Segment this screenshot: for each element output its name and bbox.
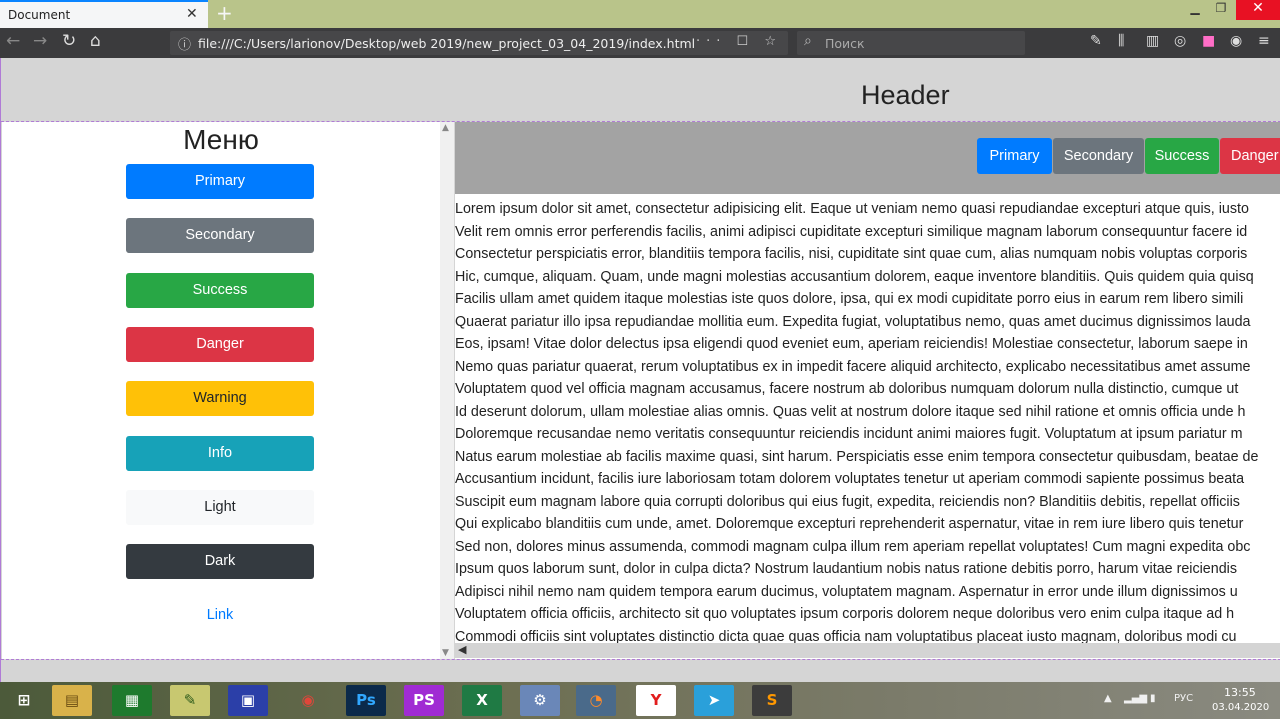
header-title: Header bbox=[861, 80, 950, 110]
search-icon: ⌕ bbox=[804, 33, 812, 49]
sidebar-button-dark[interactable]: Dark bbox=[126, 544, 314, 580]
signal-icon[interactable]: ▂▄▆ bbox=[1124, 693, 1147, 704]
sidebar-title: Меню bbox=[183, 124, 259, 155]
extension-icon[interactable]: ■ bbox=[1202, 33, 1215, 49]
page-viewport: Header Меню Primary Secondary Success Dange… bbox=[0, 58, 1280, 682]
battery-icon[interactable]: ▮ bbox=[1150, 693, 1156, 704]
forward-icon[interactable]: → bbox=[33, 31, 47, 51]
page-header: Header bbox=[1, 58, 1280, 121]
back-icon[interactable]: ← bbox=[6, 31, 20, 51]
button-bar: Primary Secondary Success Danger bbox=[455, 122, 1280, 194]
excel-icon[interactable]: X bbox=[462, 685, 502, 716]
text-line: Adipisci nihil nemo nam quidem tempora e… bbox=[455, 583, 1238, 600]
menu-icon[interactable]: ≡ bbox=[1258, 33, 1270, 49]
home-icon[interactable]: ⌂ bbox=[90, 31, 101, 51]
horizontal-scrollbar[interactable]: ◀ bbox=[455, 643, 1280, 658]
reload-icon[interactable]: ↻ bbox=[62, 31, 76, 51]
sidebar-button-light[interactable]: Light bbox=[126, 489, 314, 525]
taskbar: ⊞ ▤ ▦ ✎ ▣ ◉ Ps PS X ⚙ ◔ Y ➤ S ▲ ▂▄▆ ▮ РУС 13:55 03.04… bbox=[0, 682, 1280, 719]
text-line: Velit rem omnis error perferendis facili… bbox=[455, 223, 1248, 240]
sidebar-button-primary[interactable]: Primary bbox=[126, 164, 314, 199]
lorem-text: Lorem ipsum dolor sit amet, consectetur … bbox=[455, 198, 1280, 648]
scroll-down-icon[interactable]: ▼ bbox=[442, 648, 449, 658]
sidebar-icon[interactable]: ▥ bbox=[1146, 33, 1159, 49]
text-line: Consectetur perspiciatis error, blanditi… bbox=[455, 246, 1248, 262]
tray-expand-icon[interactable]: ▲ bbox=[1104, 693, 1112, 704]
text-line: Qui explicabo blanditiis cum unde, amet.… bbox=[455, 516, 1244, 532]
photoshop-icon[interactable]: Ps bbox=[346, 685, 386, 716]
browser-toolbar: ← → ↻ ⌂ ⓘ file:///C:/Users/larionov/Desk… bbox=[0, 28, 1280, 58]
windows-start-icon[interactable]: ⊞ bbox=[4, 685, 44, 716]
sidebar-scrollbar[interactable]: ▲ ▼ bbox=[440, 122, 454, 659]
window-close-icon[interactable]: ✕ bbox=[1236, 0, 1280, 20]
sidebar-menu: Меню Primary Secondary Success Danger Warnin… bbox=[2, 122, 440, 659]
text-line: Lorem ipsum dolor sit amet, consectetur … bbox=[455, 201, 1249, 217]
text-line: Quaerat pariatur illo ipsa repudiandae m… bbox=[455, 313, 1251, 330]
top-button-secondary[interactable]: Secondary bbox=[1053, 138, 1144, 174]
account-icon[interactable]: ◉ bbox=[1230, 33, 1242, 49]
clock-date[interactable]: 03.04.2020 bbox=[1212, 702, 1269, 713]
info-icon[interactable]: ⓘ bbox=[178, 34, 191, 53]
sidebar-button-success[interactable]: Success bbox=[126, 272, 314, 308]
file-explorer-icon[interactable]: ▤ bbox=[52, 685, 92, 716]
page-actions-icon[interactable]: ··· ☐ ☆ bbox=[696, 34, 782, 49]
text-line: Voluptatem quod vel officia magnam accus… bbox=[455, 381, 1239, 397]
sidebar-button-link[interactable]: Link bbox=[126, 598, 314, 633]
maximize-icon[interactable]: ❐ bbox=[1206, 1, 1236, 21]
sidebar-button-info[interactable]: Info bbox=[126, 435, 314, 471]
browser-tab[interactable]: Document ✕ bbox=[0, 0, 208, 28]
divider bbox=[1, 659, 1280, 660]
save-app-icon[interactable]: ▣ bbox=[228, 685, 268, 716]
text-line: Sed non, dolores minus assumenda, commod… bbox=[455, 538, 1251, 555]
text-line: Nemo quas pariatur quaerat, rerum volupt… bbox=[455, 358, 1251, 375]
library-icon[interactable]: ⫼ bbox=[1118, 33, 1124, 49]
text-line: Accusantium incidunt, facilis iure labor… bbox=[455, 471, 1245, 487]
store-icon[interactable]: ▦ bbox=[112, 685, 152, 716]
scroll-left-icon[interactable]: ◀ bbox=[458, 643, 466, 656]
phpstorm-icon[interactable]: PS bbox=[404, 685, 444, 716]
text-line: Suscipit eum magnam labore quia corrupti… bbox=[455, 493, 1240, 510]
telegram-icon[interactable]: ➤ bbox=[694, 685, 734, 716]
search-bar[interactable]: ⌕ Поиск bbox=[797, 31, 1025, 55]
top-button-danger[interactable]: Danger bbox=[1220, 138, 1280, 174]
url-bar[interactable]: ⓘ file:///C:/Users/larionov/Desktop/web … bbox=[170, 31, 788, 55]
text-line: Facilis ullam amet quidem itaque molesti… bbox=[455, 291, 1244, 307]
browser-tab-strip: Document ✕ + ▁ ❐ ✕ bbox=[0, 0, 1280, 28]
text-line: Ipsum quos laborum sunt, dolor in culpa … bbox=[455, 561, 1237, 577]
text-line: Voluptatem officia officiis, architecto … bbox=[455, 606, 1235, 622]
top-button-success[interactable]: Success bbox=[1145, 138, 1219, 174]
text-line: Hic, cumque, aliquam. Quam, unde magni m… bbox=[455, 268, 1254, 285]
sync-icon[interactable]: ◎ bbox=[1174, 33, 1186, 49]
top-button-primary[interactable]: Primary bbox=[977, 138, 1052, 174]
sidebar-button-danger[interactable]: Danger bbox=[126, 326, 314, 362]
sidebar-button-secondary[interactable]: Secondary bbox=[126, 218, 314, 254]
chart-app-icon[interactable]: ✎ bbox=[170, 685, 210, 716]
wrench-icon[interactable]: ✎ bbox=[1090, 33, 1102, 49]
main-content: Primary Secondary Success Danger Lorem ipsu… bbox=[455, 122, 1280, 659]
chrome-icon[interactable]: ◉ bbox=[288, 685, 328, 716]
text-line: Doloremque recusandae nemo veritatis con… bbox=[455, 426, 1243, 442]
search-placeholder[interactable]: Поиск bbox=[825, 36, 865, 51]
sublime-icon[interactable]: S bbox=[752, 685, 792, 716]
sidebar-button-warning[interactable]: Warning bbox=[126, 381, 314, 417]
tab-title: Document bbox=[8, 8, 71, 22]
control-panel-icon[interactable]: ⚙ bbox=[520, 685, 560, 716]
text-line: Id deserunt dolorum, ullam molestiae ali… bbox=[455, 403, 1246, 420]
text-line: Natus earum molestiae ab facilis maxime … bbox=[455, 448, 1259, 465]
close-tab-icon[interactable]: ✕ bbox=[186, 6, 198, 22]
yandex-icon[interactable]: Y bbox=[636, 685, 676, 716]
new-tab-icon[interactable]: + bbox=[216, 1, 233, 25]
text-line: Eos, ipsam! Vitae dolor delectus ipsa el… bbox=[455, 336, 1248, 352]
url-text[interactable]: file:///C:/Users/larionov/Desktop/web 20… bbox=[198, 36, 695, 51]
clock-time[interactable]: 13:55 bbox=[1224, 686, 1256, 699]
scroll-up-icon[interactable]: ▲ bbox=[442, 123, 449, 133]
language-indicator[interactable]: РУС bbox=[1174, 693, 1193, 704]
firefox-icon[interactable]: ◔ bbox=[576, 685, 616, 716]
